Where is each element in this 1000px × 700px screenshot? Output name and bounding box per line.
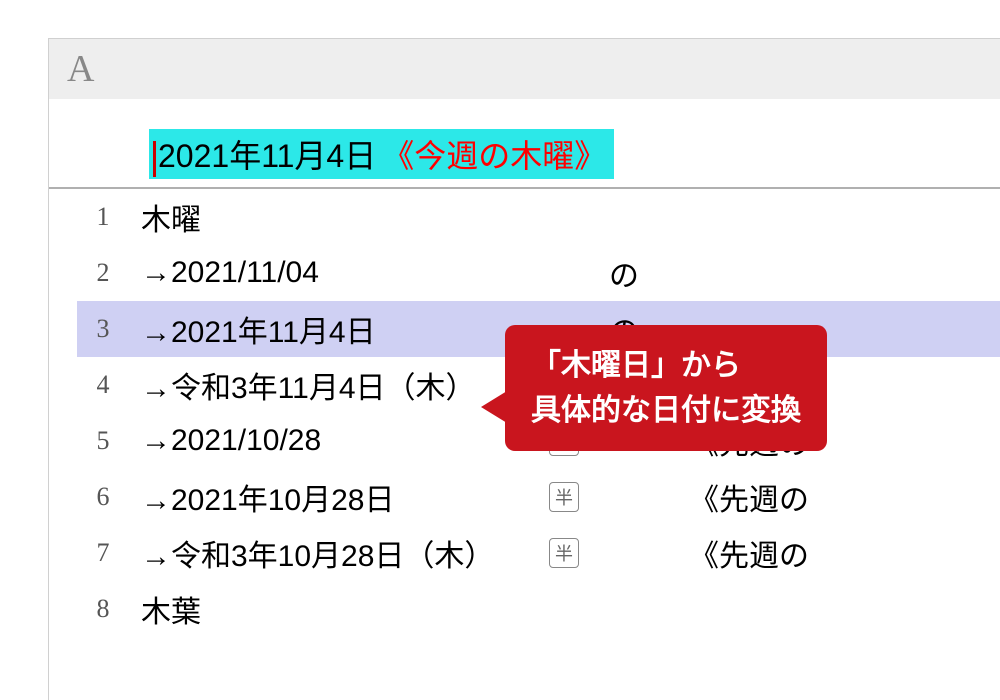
candidate-number: 3 [77, 314, 129, 344]
candidate-text: →2021/10/28 [129, 424, 549, 458]
candidate-item[interactable]: 1 木曜 [77, 189, 1000, 245]
candidate-text: →2021年11月4日 [129, 307, 549, 351]
candidate-item[interactable]: 2 →2021/11/04 の [77, 245, 1000, 301]
annotation-callout: 「木曜日」から 具体的な日付に変換 [505, 325, 827, 451]
callout-line: 「木曜日」から [531, 343, 801, 388]
candidate-text: →2021/11/04 [129, 256, 549, 290]
candidate-tag: 《先週の [689, 475, 809, 519]
candidate-text: →2021年10月28日 [129, 475, 549, 519]
candidate-tag: の [609, 251, 639, 295]
ime-preview[interactable]: 2021年11月4日《今週の木曜》 [149, 129, 614, 179]
titlebar: A [49, 39, 1000, 99]
candidate-text: →令和3年10月28日（木） [129, 531, 549, 575]
candidate-number: 2 [77, 258, 129, 288]
candidate-item[interactable]: 7 →令和3年10月28日（木） 半 《先週の [77, 525, 1000, 581]
preview-date: 2021年11月4日 [158, 138, 376, 174]
candidate-text: 木葉 [129, 587, 549, 631]
half-width-badge-icon: 半 [549, 538, 579, 568]
preview-label: 《今週の木曜》 [382, 138, 606, 174]
candidate-number: 7 [77, 538, 129, 568]
candidate-number: 4 [77, 370, 129, 400]
candidate-number: 8 [77, 594, 129, 624]
half-width-badge-icon: 半 [549, 482, 579, 512]
candidate-tag: 《先週の [689, 531, 809, 575]
callout-line: 具体的な日付に変換 [531, 388, 801, 433]
candidate-number: 1 [77, 202, 129, 232]
candidate-number: 6 [77, 482, 129, 512]
window-frame: A 2021年11月4日《今週の木曜》 1 木曜 2 →2021/11/04 の… [48, 38, 1000, 700]
app-icon: A [67, 47, 94, 91]
text-cursor [153, 141, 156, 177]
candidate-number: 5 [77, 426, 129, 456]
candidate-item[interactable]: 8 木葉 [77, 581, 1000, 637]
candidate-text: 木曜 [129, 195, 549, 239]
content-area: 2021年11月4日《今週の木曜》 1 木曜 2 →2021/11/04 の 3… [49, 99, 1000, 700]
candidate-item[interactable]: 6 →2021年10月28日 半 《先週の [77, 469, 1000, 525]
